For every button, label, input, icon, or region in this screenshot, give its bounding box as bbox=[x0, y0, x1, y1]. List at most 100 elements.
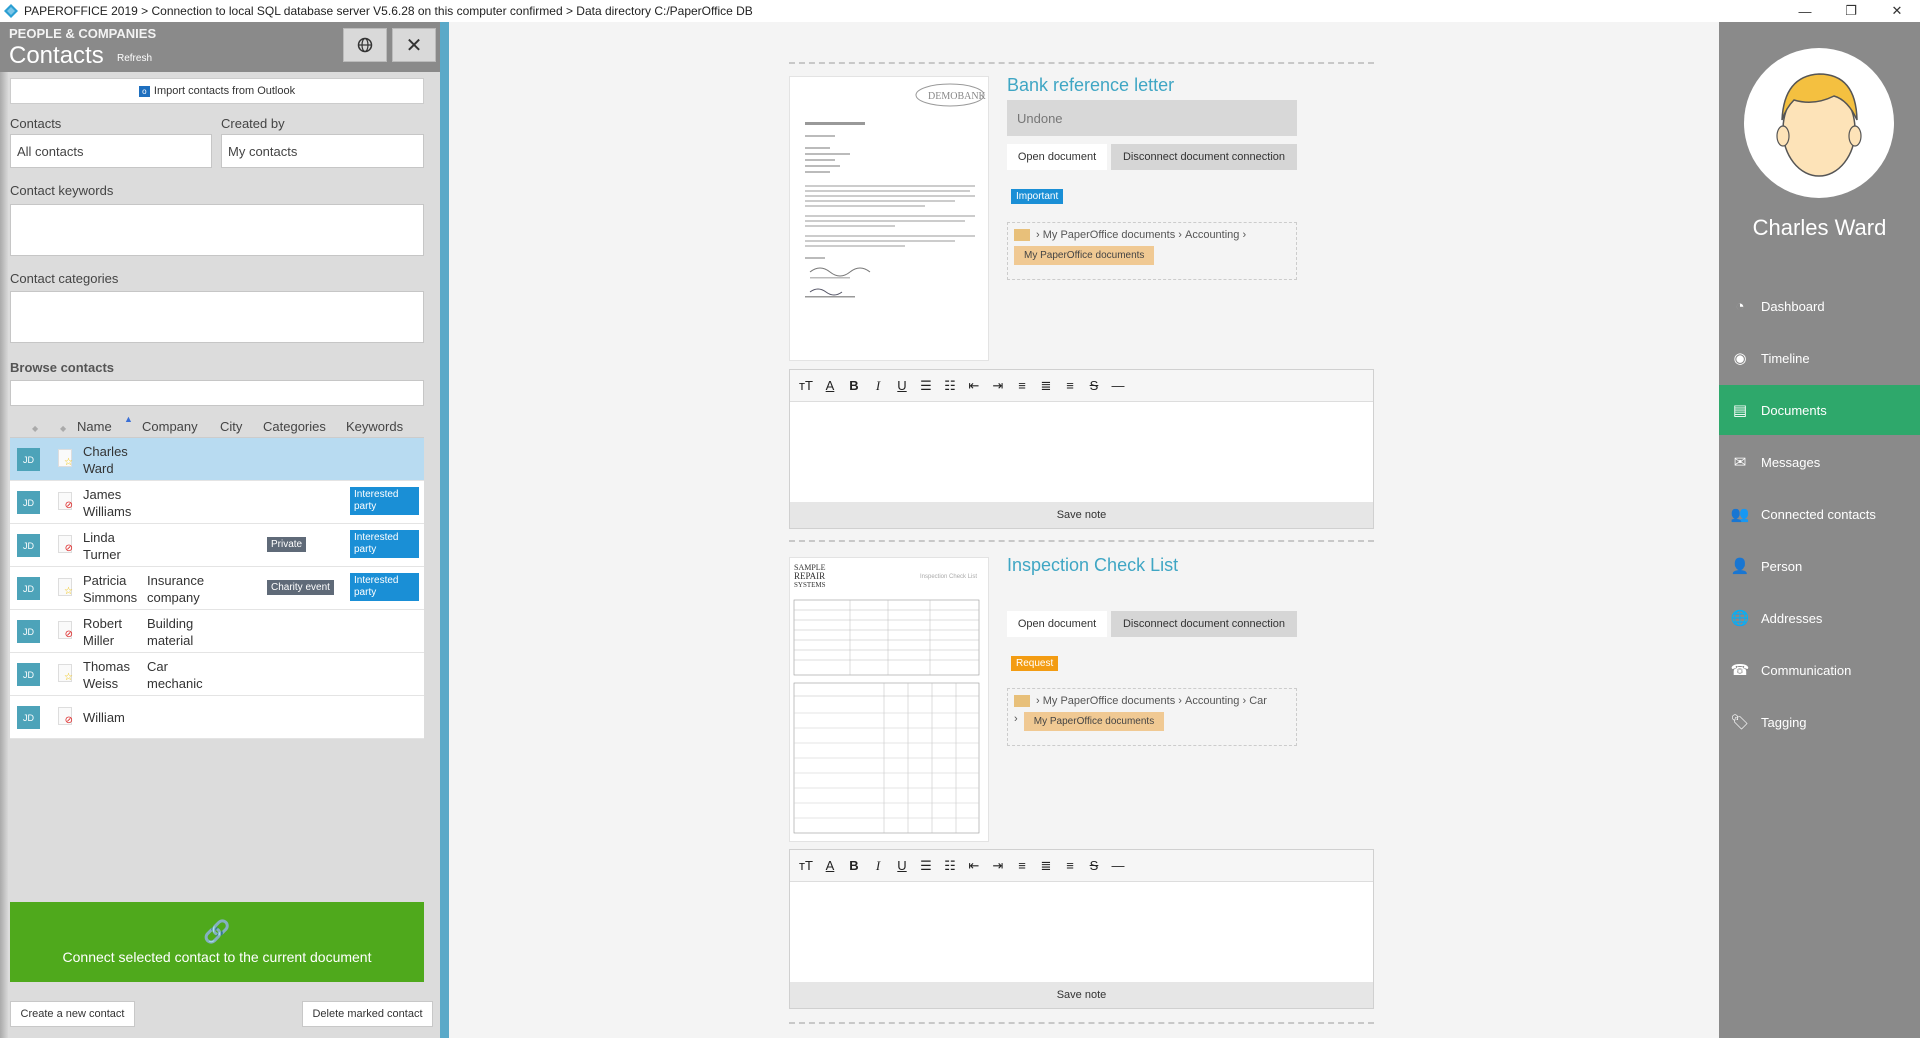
refresh-link[interactable]: Refresh bbox=[117, 53, 152, 64]
nav-tagging[interactable]: 🏷 Tagging bbox=[1719, 697, 1920, 747]
nav-connected-contacts[interactable]: 👥 Connected contacts bbox=[1719, 489, 1920, 539]
save-note-button[interactable]: Save note bbox=[790, 502, 1373, 528]
star-icon[interactable]: ☆ bbox=[58, 578, 73, 597]
nav-messages[interactable]: ✉ Messages bbox=[1719, 437, 1920, 487]
status-field[interactable]: Undone bbox=[1007, 100, 1297, 136]
underline-icon[interactable]: U bbox=[892, 856, 912, 876]
horizontal-rule-icon[interactable]: — bbox=[1108, 856, 1128, 876]
document-thumbnail[interactable]: DEMOBANK bbox=[789, 76, 989, 361]
align-right-icon[interactable]: ≡ bbox=[1060, 376, 1080, 396]
close-panel-button[interactable]: ✕ bbox=[392, 28, 436, 62]
underline-icon[interactable]: U bbox=[892, 376, 912, 396]
numbered-list-icon[interactable]: ☰ bbox=[916, 856, 936, 876]
contact-row[interactable]: JD ⊘ Linda Turner Private Interested party bbox=[10, 524, 424, 567]
contact-row[interactable]: JD ☆ Charles Ward bbox=[10, 438, 424, 481]
contact-avatar: JD bbox=[17, 706, 40, 729]
path-segment[interactable]: Accounting bbox=[1185, 695, 1239, 707]
open-document-button[interactable]: Open document bbox=[1007, 611, 1107, 637]
created-by-select[interactable]: My contacts bbox=[221, 134, 424, 168]
nav-documents[interactable]: ▤ Documents bbox=[1719, 385, 1920, 435]
disconnect-document-button[interactable]: Disconnect document connection bbox=[1111, 144, 1297, 170]
note-textarea[interactable] bbox=[790, 882, 1373, 982]
open-document-button[interactable]: Open document bbox=[1007, 144, 1107, 170]
nav-person[interactable]: 👤 Person bbox=[1719, 541, 1920, 591]
bullet-list-icon[interactable]: ☷ bbox=[940, 856, 960, 876]
align-center-icon[interactable]: ≣ bbox=[1036, 856, 1056, 876]
align-center-icon[interactable]: ≣ bbox=[1036, 376, 1056, 396]
contact-row[interactable]: JD ☆ Thomas Weiss Car mechanic bbox=[10, 653, 424, 696]
font-color-icon[interactable]: A bbox=[820, 856, 840, 876]
nav-communication[interactable]: ☎ Communication bbox=[1719, 645, 1920, 695]
align-left-icon[interactable]: ≡ bbox=[1012, 856, 1032, 876]
outdent-icon[interactable]: ⇤ bbox=[964, 856, 984, 876]
font-size-icon[interactable]: ᴛT bbox=[796, 856, 816, 876]
align-left-icon[interactable]: ≡ bbox=[1012, 376, 1032, 396]
nav-dashboard[interactable]: ◔ Dashboard bbox=[1719, 281, 1920, 331]
bold-icon[interactable]: B bbox=[844, 856, 864, 876]
col-company[interactable]: Company bbox=[142, 419, 198, 434]
document-title[interactable]: Inspection Check List bbox=[1007, 555, 1178, 576]
no-document-icon[interactable]: ⊘ bbox=[58, 492, 73, 511]
nav-timeline[interactable]: ◉ Timeline bbox=[1719, 333, 1920, 383]
path-chip[interactable]: My PaperOffice documents bbox=[1023, 712, 1165, 731]
contact-row[interactable]: JD ⊘ James Williams Interested party bbox=[10, 481, 424, 524]
strikethrough-icon[interactable]: S bbox=[1084, 856, 1104, 876]
document-title[interactable]: Bank reference letter bbox=[1007, 75, 1174, 96]
note-textarea[interactable] bbox=[790, 402, 1373, 502]
bullet-list-icon[interactable]: ☷ bbox=[940, 376, 960, 396]
col-keywords[interactable]: Keywords bbox=[346, 419, 403, 434]
path-segment[interactable]: Accounting bbox=[1185, 229, 1239, 241]
numbered-list-icon[interactable]: ☰ bbox=[916, 376, 936, 396]
browse-search-input[interactable] bbox=[10, 380, 424, 406]
contact-name: Charles Ward bbox=[83, 444, 128, 476]
path-segment[interactable]: My PaperOffice documents bbox=[1043, 695, 1175, 707]
bold-icon[interactable]: B bbox=[844, 376, 864, 396]
categories-field[interactable] bbox=[10, 291, 424, 343]
no-document-icon[interactable]: ⊘ bbox=[58, 707, 73, 726]
nav-addresses[interactable]: 🌐 Addresses bbox=[1719, 593, 1920, 643]
path-segment[interactable]: My PaperOffice documents bbox=[1043, 229, 1175, 241]
delete-contact-button[interactable]: Delete marked contact bbox=[302, 1001, 433, 1027]
close-window-button[interactable]: ✕ bbox=[1874, 0, 1920, 22]
contact-row[interactable]: JD ⊘ William bbox=[10, 696, 424, 739]
star-icon[interactable]: ☆ bbox=[58, 449, 73, 468]
strikethrough-icon[interactable]: S bbox=[1084, 376, 1104, 396]
panel-divider[interactable] bbox=[440, 22, 449, 1038]
outdent-icon[interactable]: ⇤ bbox=[964, 376, 984, 396]
star-icon[interactable]: ☆ bbox=[58, 664, 73, 683]
import-outlook-button[interactable]: o Import contacts from Outlook bbox=[10, 78, 424, 104]
path-chip[interactable]: My PaperOffice documents bbox=[1014, 246, 1155, 265]
tag-badge[interactable]: Request bbox=[1011, 656, 1059, 671]
no-document-icon[interactable]: ⊘ bbox=[58, 621, 73, 640]
sort-icon[interactable]: ◆ bbox=[58, 419, 66, 434]
font-color-icon[interactable]: A bbox=[820, 376, 840, 396]
contacts-select[interactable]: All contacts bbox=[10, 134, 212, 168]
col-city[interactable]: City bbox=[220, 419, 242, 434]
disconnect-document-button[interactable]: Disconnect document connection bbox=[1111, 611, 1297, 637]
maximize-button[interactable]: ❐ bbox=[1828, 0, 1874, 22]
path-segment[interactable]: Car bbox=[1249, 695, 1267, 707]
keywords-field[interactable] bbox=[10, 204, 424, 256]
italic-icon[interactable]: I bbox=[868, 376, 888, 396]
align-right-icon[interactable]: ≡ bbox=[1060, 856, 1080, 876]
col-name[interactable]: Name bbox=[77, 419, 112, 434]
tag-badge[interactable]: Important bbox=[1011, 189, 1064, 204]
indent-icon[interactable]: ⇥ bbox=[988, 376, 1008, 396]
font-size-icon[interactable]: ᴛT bbox=[796, 376, 816, 396]
no-document-icon[interactable]: ⊘ bbox=[58, 535, 73, 554]
sort-icon[interactable]: ◆ bbox=[30, 419, 38, 434]
contact-row[interactable]: JD ⊘ Robert Miller Building material bbox=[10, 610, 424, 653]
col-categories[interactable]: Categories bbox=[263, 419, 326, 434]
create-contact-button[interactable]: Create a new contact bbox=[10, 1001, 135, 1027]
document-thumbnail[interactable]: SAMPLE REPAIR SYSTEMS Inspection Check L… bbox=[789, 557, 989, 842]
person-avatar[interactable] bbox=[1744, 48, 1894, 198]
globe-icon bbox=[357, 37, 373, 53]
contact-row[interactable]: JD ☆ Patricia Simmons Insurance company Charit… bbox=[10, 567, 424, 610]
globe-button[interactable] bbox=[343, 28, 387, 62]
connect-contact-button[interactable]: 🔗 Connect selected contact to the curren… bbox=[10, 902, 424, 982]
italic-icon[interactable]: I bbox=[868, 856, 888, 876]
horizontal-rule-icon[interactable]: — bbox=[1108, 376, 1128, 396]
minimize-button[interactable]: — bbox=[1782, 0, 1828, 22]
save-note-button[interactable]: Save note bbox=[790, 982, 1373, 1008]
indent-icon[interactable]: ⇥ bbox=[988, 856, 1008, 876]
